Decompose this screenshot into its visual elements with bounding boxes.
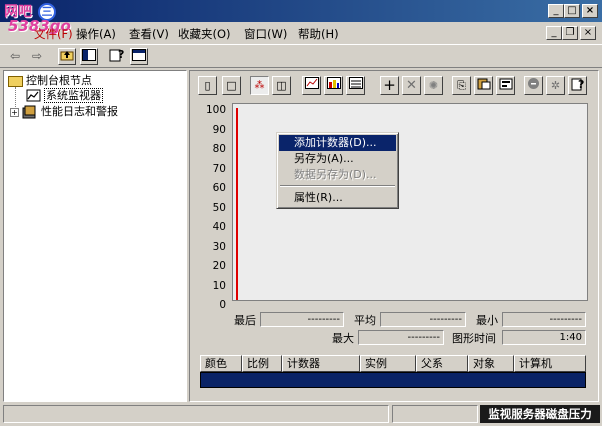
menu-bar: 文件(F) 操作(A) 查看(V) 收藏夹(O) 窗口(W) 帮助(H) _ ❐… — [0, 22, 602, 44]
y-tick-label: 20 — [212, 260, 226, 272]
time-bar — [236, 108, 238, 300]
tree-item-perf-logs[interactable]: + 性能日志和警报 — [10, 104, 118, 120]
menu-save-data-as: 数据另存为(D)... — [294, 168, 377, 181]
minimum-value: --------- — [502, 312, 586, 327]
title-bar: _ □ × — [0, 0, 602, 22]
tree-item-label: 系统监视器 — [44, 88, 103, 103]
freeze-display-icon[interactable] — [524, 76, 543, 95]
monitor-chart-icon — [26, 89, 41, 102]
tree-root[interactable]: 控制台根节点 — [8, 73, 92, 89]
context-menu: 添加计数器(D)... 另存为(A)... 数据另存为(D)... 属性(R).… — [276, 132, 399, 209]
delete-counter-icon[interactable]: ✕ — [402, 76, 421, 95]
menu-action[interactable]: 操作(A) — [76, 26, 116, 42]
duration-value: 1:40 — [502, 330, 586, 345]
menu-help[interactable]: 帮助(H) — [298, 26, 339, 42]
last-label: 最后 — [234, 314, 256, 327]
main-toolbar: ⇦ ⇨ ? — [0, 44, 602, 68]
column-header[interactable]: 计数器 — [282, 355, 360, 372]
counter-table-header: 颜色 比例 计数器 实例 父系 对象 计算机 — [200, 355, 586, 372]
svg-text:?: ? — [578, 78, 584, 91]
paste-counter-icon[interactable] — [474, 76, 493, 95]
view-histogram-icon[interactable] — [324, 76, 343, 95]
update-data-icon[interactable]: ✲ — [546, 76, 565, 95]
y-tick-label: 60 — [212, 182, 226, 194]
view-graph-icon[interactable] — [302, 76, 321, 95]
y-tick-label: 100 — [205, 104, 226, 116]
last-value: --------- — [260, 312, 344, 327]
menu-favorites[interactable]: 收藏夹(O) — [178, 26, 231, 42]
column-header[interactable]: 对象 — [468, 355, 514, 372]
y-tick-label: 50 — [212, 202, 226, 214]
folder-icon — [8, 75, 23, 87]
help-icon[interactable]: ? — [568, 76, 587, 95]
child-minimize-button[interactable]: _ — [546, 26, 562, 40]
clear-display-icon[interactable]: □ — [222, 76, 241, 95]
console-tree-icon[interactable] — [130, 48, 148, 65]
perf-logs-icon — [22, 105, 36, 119]
help-icon[interactable]: ? — [108, 48, 126, 65]
y-tick-label: 0 — [219, 299, 226, 311]
tree-item-label: 性能日志和警报 — [41, 105, 118, 118]
column-header[interactable]: 颜色 — [200, 355, 242, 372]
average-label: 平均 — [354, 314, 376, 327]
menu-save-as[interactable]: 另存为(A)... — [279, 151, 396, 167]
view-chart-icon[interactable]: ⁂ — [250, 76, 269, 95]
minimize-button[interactable]: _ — [548, 4, 564, 18]
status-bar: 监视服务器磁盘压力 — [0, 402, 602, 426]
average-value: --------- — [380, 312, 466, 327]
status-pane-main — [3, 405, 389, 423]
view-report-icon[interactable] — [346, 76, 365, 95]
minimum-label: 最小 — [476, 314, 498, 327]
menu-view[interactable]: 查看(V) — [129, 26, 169, 42]
column-header[interactable]: 计算机 — [514, 355, 586, 372]
y-tick-label: 70 — [212, 163, 226, 175]
y-tick-label: 10 — [212, 280, 226, 292]
table-row[interactable] — [200, 372, 586, 388]
child-restore-button[interactable]: ❐ — [562, 26, 578, 40]
status-caption: 监视服务器磁盘压力 — [480, 405, 600, 423]
system-monitor-pane: ▯ □ ⁂ ◫ + ✕ ✺ ⎘ ✲ ? 100 90 80 70 60 50 4… — [189, 70, 599, 402]
forward-arrow-icon[interactable]: ⇨ — [28, 48, 46, 65]
new-counter-set-icon[interactable]: ▯ — [198, 76, 217, 95]
view-current-activity-icon[interactable]: ◫ — [272, 76, 291, 95]
highlight-icon[interactable]: ✺ — [424, 76, 443, 95]
svg-text:?: ? — [118, 48, 124, 61]
menu-separator — [280, 185, 395, 187]
menu-window[interactable]: 窗口(W) — [244, 26, 287, 42]
add-counter-icon[interactable]: + — [380, 76, 399, 95]
y-tick-label: 80 — [212, 143, 226, 155]
menu-properties[interactable]: 属性(R)... — [279, 190, 396, 206]
close-button[interactable]: × — [582, 4, 598, 18]
y-tick-label: 40 — [212, 221, 226, 233]
duration-label: 图形时间 — [452, 332, 496, 345]
column-header[interactable]: 比例 — [242, 355, 282, 372]
y-tick-label: 30 — [212, 241, 226, 253]
menu-file[interactable]: 文件(F) — [34, 26, 73, 42]
status-pane-mid — [392, 405, 478, 423]
maximize-button[interactable]: □ — [564, 4, 580, 18]
back-arrow-icon[interactable]: ⇦ — [6, 48, 24, 65]
show-hide-tree-icon[interactable] — [80, 48, 98, 65]
column-header[interactable]: 实例 — [360, 355, 416, 372]
menu-add-counters[interactable]: 添加计数器(D)... — [279, 135, 396, 151]
y-tick-label: 90 — [212, 124, 226, 136]
up-folder-icon[interactable] — [58, 48, 76, 65]
column-header[interactable]: 父系 — [416, 355, 468, 372]
tree-item-system-monitor[interactable]: 系统监视器 — [26, 88, 103, 104]
copy-properties-icon[interactable]: ⎘ — [452, 76, 471, 95]
properties-icon[interactable] — [496, 76, 515, 95]
child-close-button[interactable]: × — [580, 26, 596, 40]
maximum-value: --------- — [358, 330, 444, 345]
tree-root-label: 控制台根节点 — [26, 74, 92, 87]
console-tree: 控制台根节点 系统监视器 + 性能日志和警报 — [3, 70, 187, 402]
maximum-label: 最大 — [332, 332, 354, 345]
expand-icon[interactable]: + — [10, 107, 19, 117]
